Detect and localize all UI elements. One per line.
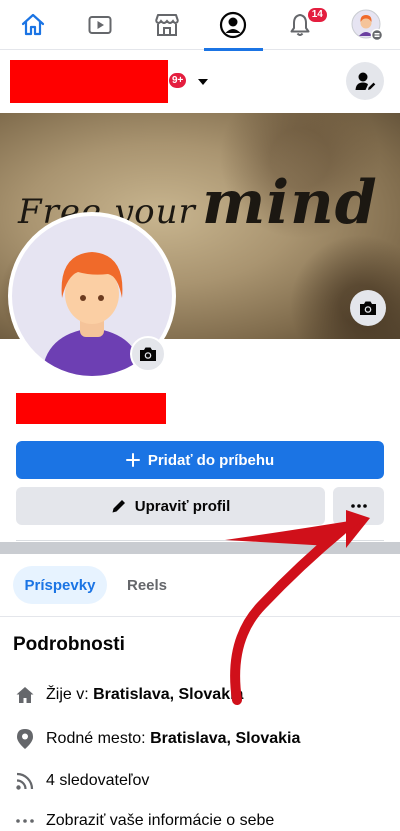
tab-reels[interactable]: Reels [116, 566, 178, 604]
nav-notifications[interactable]: 14 [267, 0, 334, 50]
edit-profile-label: Upraviť profil [134, 497, 231, 515]
person-edit-icon [355, 72, 376, 90]
nav-marketplace[interactable] [133, 0, 200, 50]
lives-in-prefix: Žije v: [46, 686, 94, 703]
redacted-profile-info [16, 393, 166, 424]
house-icon [13, 683, 37, 707]
divider-line [16, 540, 384, 541]
account-notifications-pill: 9+ [169, 73, 187, 88]
add-friend-button[interactable] [346, 62, 384, 100]
about-info-link: Zobraziť vaše informácie o sebe [46, 812, 275, 829]
hometown-value: Bratislava, Slovakia [150, 730, 301, 747]
redacted-profile-name [10, 60, 168, 103]
nav-profile[interactable] [200, 0, 267, 51]
pencil-icon [112, 500, 125, 513]
more-dots-icon [350, 504, 367, 508]
rss-feed-icon [13, 769, 37, 793]
detail-about-link[interactable]: Zobraziť vaše informácie o sebe [13, 809, 274, 831]
detail-lives-in: Žije v: Bratislava, Slovakia [13, 683, 243, 707]
lives-in-value: Bratislava, Slovakia [93, 686, 244, 703]
section-divider [0, 542, 400, 554]
home-icon [22, 13, 45, 36]
account-switch-caret-icon[interactable] [198, 79, 208, 85]
edit-profile-button[interactable]: Upraviť profil [16, 487, 325, 525]
marketplace-icon [154, 14, 179, 36]
tab-posts[interactable]: Príspevky [13, 566, 107, 604]
hometown-prefix: Rodné mesto: [46, 730, 151, 747]
camera-icon [360, 301, 376, 315]
video-icon [88, 16, 112, 34]
nav-home[interactable] [0, 0, 67, 50]
cover-text-big: mind [201, 168, 378, 238]
notifications-badge: 14 [307, 8, 327, 22]
edit-profile-picture-button[interactable] [130, 336, 166, 372]
details-heading: Podrobnosti [13, 634, 125, 655]
menu-avatar-icon [351, 9, 383, 41]
nav-video[interactable] [67, 0, 134, 50]
profile-tabs: Príspevky Reels [0, 555, 400, 617]
plus-icon [125, 453, 140, 467]
camera-icon [140, 347, 156, 361]
profile-header: 9+ [0, 51, 400, 113]
detail-hometown: Rodné mesto: Bratislava, Slovakia [13, 727, 300, 751]
more-dots-icon [13, 809, 37, 831]
profile-icon [220, 11, 247, 39]
add-to-story-label: Pridať do príbehu [147, 451, 275, 469]
add-to-story-button[interactable]: Pridať do príbehu [16, 441, 384, 479]
detail-followers[interactable]: 4 sledovateľov [13, 769, 149, 793]
location-pin-icon [13, 727, 37, 751]
top-navigation: 14 [0, 0, 400, 51]
followers-count: 4 sledovateľov [46, 772, 150, 789]
more-options-button[interactable] [333, 487, 384, 525]
edit-cover-photo-button[interactable] [350, 290, 386, 326]
nav-menu[interactable] [333, 0, 400, 50]
